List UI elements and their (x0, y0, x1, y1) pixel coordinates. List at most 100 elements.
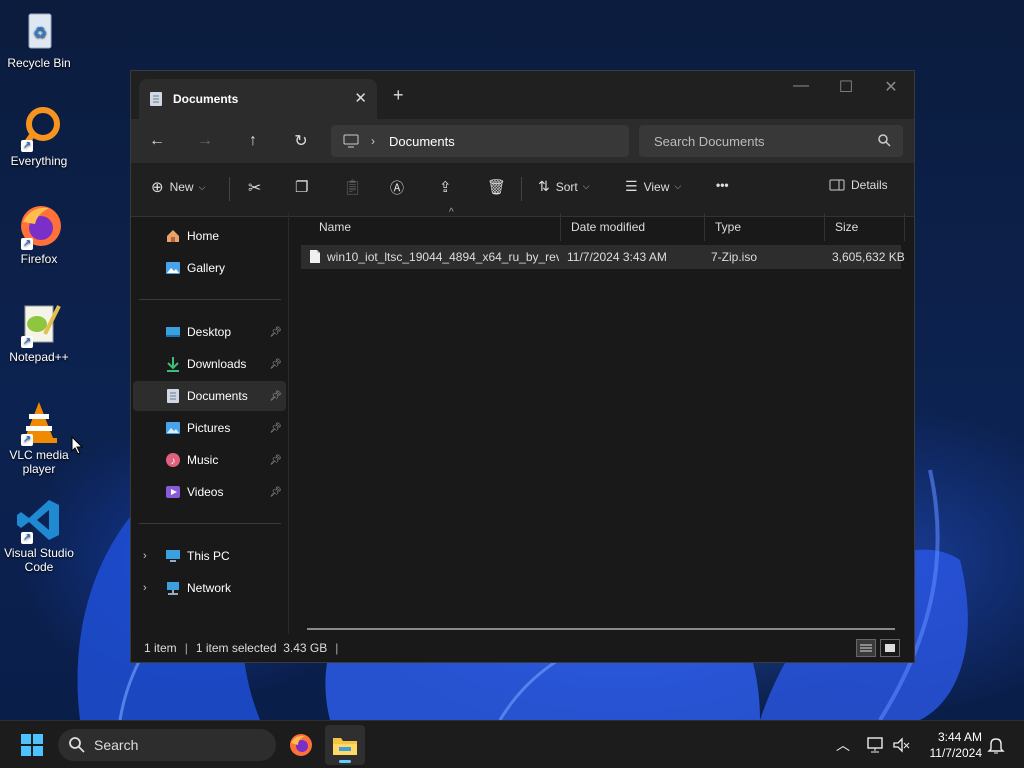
tab-documents[interactable]: Documents ✕ (139, 79, 377, 119)
volume-muted-icon[interactable] (892, 721, 912, 768)
taskbar-search[interactable]: Search (58, 729, 276, 761)
column-header-name[interactable]: Name ^ (309, 207, 561, 241)
pin-icon[interactable]: 📌︎ (269, 423, 282, 434)
desktop-icon-recycle-bin[interactable]: ♻ Recycle Bin (4, 6, 74, 70)
details-view-icon[interactable] (856, 639, 876, 657)
sidebar-item-label: Documents (187, 389, 248, 403)
sidebar-item-desktop[interactable]: Desktop 📌︎ (133, 317, 286, 347)
start-button[interactable] (12, 725, 52, 765)
search-placeholder: Search Documents (654, 133, 765, 149)
delete-trash-icon[interactable]: 🗑︎ (487, 178, 506, 196)
up-arrow-icon[interactable]: ↑ (235, 125, 271, 157)
download-icon (165, 356, 181, 372)
sidebar-item-label: Downloads (187, 357, 247, 371)
address-bar[interactable]: › Documents (331, 125, 629, 157)
desktop-icon-everything[interactable]: ↗ Everything (4, 104, 74, 168)
forward-arrow-icon[interactable]: → (187, 125, 223, 157)
sidebar-item-pictures[interactable]: Pictures 📌︎ (133, 413, 286, 443)
sidebar-item-home[interactable]: Home (133, 221, 286, 251)
column-header-size[interactable]: Size (825, 213, 905, 241)
column-header-date-modified[interactable]: Date modified (561, 213, 705, 241)
pin-icon[interactable]: 📌︎ (269, 487, 282, 498)
desktop-icon-vscode[interactable]: ↗ Visual Studio Code (4, 496, 74, 574)
status-bar: 1 item | 1 item selected 3.43 GB | (131, 634, 914, 662)
new-tab-button[interactable]: + (393, 85, 404, 106)
sidebar-item-gallery[interactable]: Gallery (133, 253, 286, 283)
firefox-icon: ↗ (15, 202, 63, 250)
search-icon (878, 134, 891, 147)
refresh-icon[interactable]: ↻ (283, 125, 319, 157)
notifications-bell-icon[interactable] (987, 721, 1005, 768)
close-window-icon[interactable]: ✕ (871, 77, 911, 97)
show-hidden-icons-chevron-icon[interactable]: ︿ (836, 721, 850, 768)
sidebar-item-this-pc[interactable]: › This PC (133, 541, 286, 571)
this-pc-icon (165, 548, 181, 564)
file-date-modified: 11/7/2024 3:43 AM (567, 250, 667, 264)
document-folder-icon (150, 92, 162, 106)
table-row[interactable]: win10_iot_ltsc_19044_4894_x64_ru_by_revi… (301, 245, 905, 269)
title-bar: Documents ✕ + — ☐ ✕ (131, 71, 914, 119)
sidebar-item-network[interactable]: › Network (133, 573, 286, 603)
taskbar-file-explorer[interactable] (325, 725, 365, 765)
back-arrow-icon[interactable]: ← (139, 125, 175, 157)
breadcrumb-documents[interactable]: Documents (389, 134, 455, 149)
file-explorer-window: Documents ✕ + — ☐ ✕ ← → ↑ ↻ › Documents … (130, 70, 915, 663)
vscode-icon: ↗ (15, 496, 63, 544)
taskbar-firefox[interactable] (281, 725, 321, 765)
column-header-label: Name (319, 220, 352, 234)
desktop-icon-label: Everything (10, 154, 68, 168)
status-divider: | (335, 641, 339, 655)
sidebar-item-label: Gallery (187, 261, 226, 275)
file-type: 7-Zip.iso (711, 250, 758, 264)
desktop-icon-label: Recycle Bin (7, 56, 71, 70)
sidebar-item-videos[interactable]: Videos 📌︎ (133, 477, 286, 507)
more-options-button[interactable]: ••• (716, 178, 729, 192)
share-icon[interactable]: ⇪ (439, 178, 452, 196)
desktop-icon-vlc[interactable]: ↗ VLC media player (4, 398, 74, 476)
desktop-icon-notepadpp[interactable]: ↗ Notepad++ (4, 300, 74, 364)
pin-icon[interactable]: 📌︎ (269, 455, 282, 466)
navigation-pane: Home Gallery Desktop 📌︎ Downloads 📌︎ Doc… (131, 213, 289, 634)
network-icon (165, 580, 181, 596)
chevron-right-icon[interactable]: › (143, 550, 147, 562)
minimize-icon[interactable]: — (781, 77, 821, 95)
system-clock[interactable]: 3:44 AM 11/7/2024 (930, 729, 983, 761)
pin-icon[interactable]: 📌︎ (269, 391, 282, 402)
search-input[interactable]: Search Documents (639, 125, 903, 157)
chevron-down-icon: ⌵ (198, 181, 206, 192)
desktop-icon-label: Visual Studio Code (4, 546, 74, 574)
sidebar-item-downloads[interactable]: Downloads 📌︎ (133, 349, 286, 379)
horizontal-scrollbar[interactable] (307, 628, 895, 630)
desktop-folder-icon (165, 324, 181, 340)
pin-icon[interactable]: 📌︎ (269, 359, 282, 370)
pictures-icon (165, 420, 181, 436)
sort-button[interactable]: ⇅ Sort ⌵ (538, 178, 590, 195)
sidebar-item-music[interactable]: ♪ Music 📌︎ (133, 445, 286, 475)
shortcut-arrow-icon: ↗ (21, 140, 33, 152)
desktop-icon-firefox[interactable]: ↗ Firefox (4, 202, 74, 266)
desktop-icon-label: Firefox (20, 252, 58, 266)
desktop-icon-label: VLC media player (9, 448, 69, 476)
svg-text:♻: ♻ (33, 25, 47, 42)
view-button[interactable]: ☰ View ⌵ (625, 178, 681, 195)
chevron-down-icon: ⌵ (674, 181, 682, 191)
tiles-view-icon[interactable] (880, 639, 900, 657)
network-status-icon[interactable] (866, 721, 886, 768)
sidebar-item-documents[interactable]: Documents 📌︎ (133, 381, 286, 411)
copy-icon[interactable]: ❐ (295, 178, 308, 196)
close-tab-icon[interactable]: ✕ (354, 89, 367, 107)
cut-icon[interactable]: ✂ (248, 178, 261, 198)
rename-icon[interactable]: Ⓐ (390, 178, 404, 198)
chevron-right-icon[interactable]: › (143, 582, 147, 594)
new-button[interactable]: ⊕ New ⌵ (151, 178, 205, 196)
details-pane-button[interactable]: Details (829, 178, 888, 192)
sort-ascending-icon: ^ (449, 207, 454, 218)
file-explorer-folder-icon (333, 738, 357, 755)
paste-icon[interactable]: 📋︎ (343, 178, 362, 196)
sidebar-divider (139, 299, 281, 300)
maximize-icon[interactable]: ☐ (826, 77, 866, 97)
view-label: View (643, 179, 670, 194)
column-header-type[interactable]: Type (705, 213, 825, 241)
pin-icon[interactable]: 📌︎ (269, 327, 282, 338)
mouse-cursor-icon (71, 436, 84, 455)
